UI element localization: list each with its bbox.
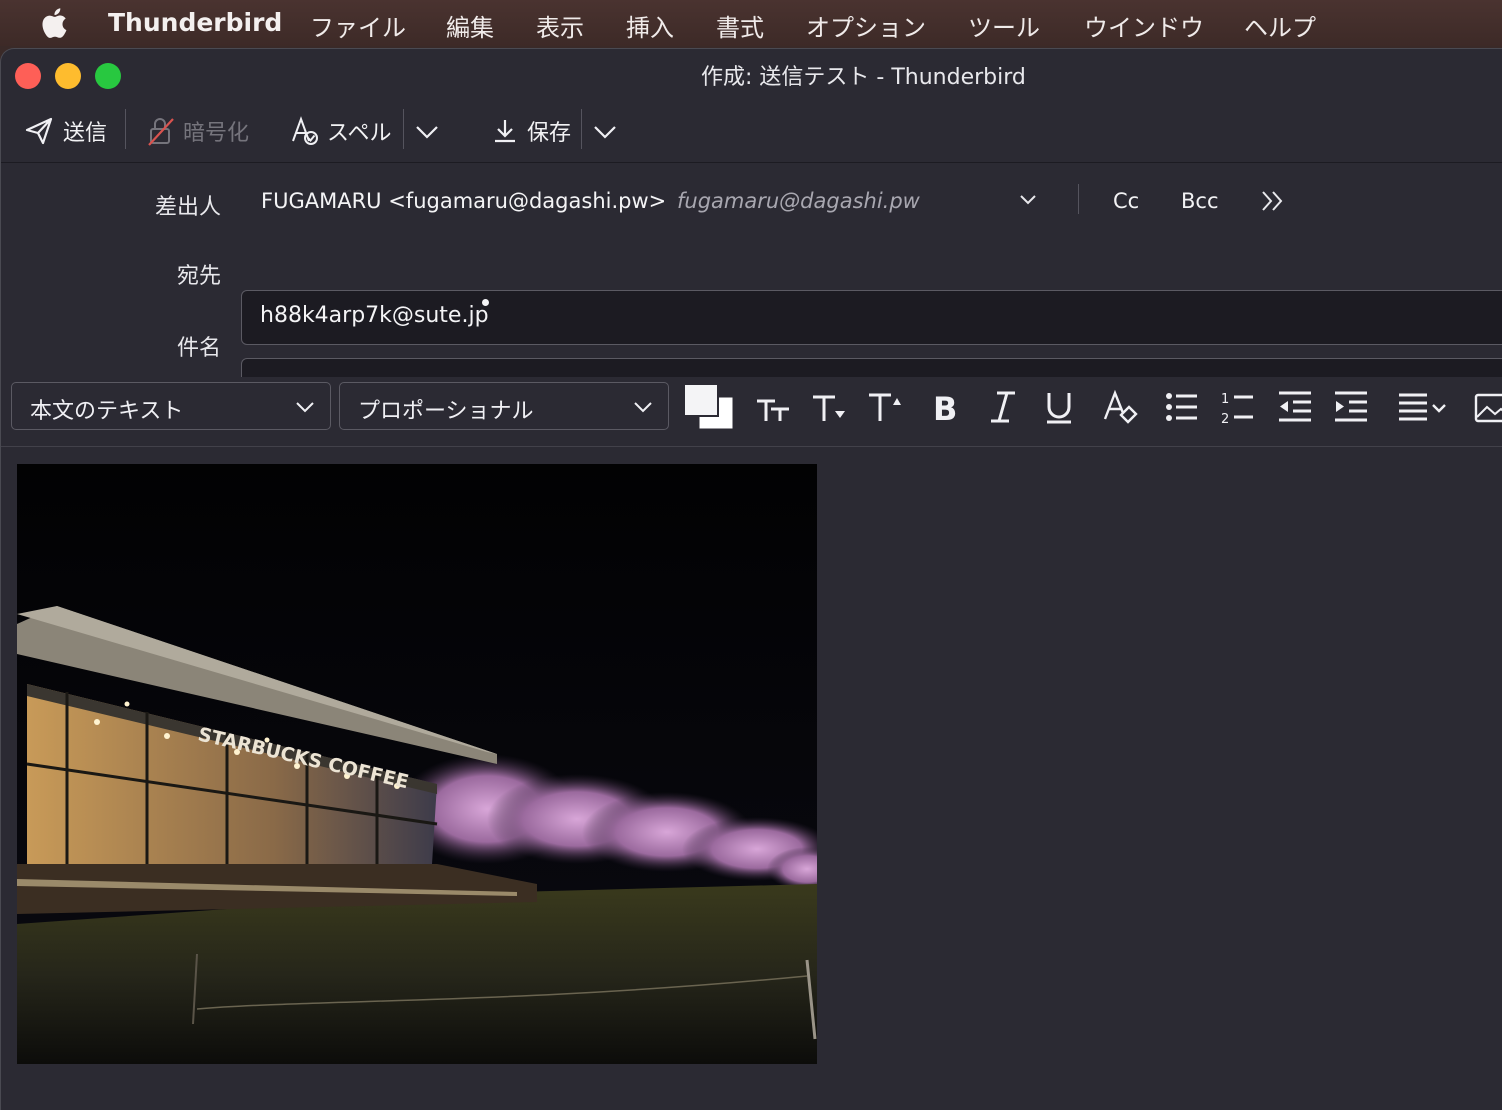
message-headers: 差出人 FUGAMARU <fugamaru@dagashi.pw> fugam…: [1, 164, 1502, 413]
chevron-down-icon: [634, 402, 652, 413]
font-select[interactable]: プロポーショナル: [339, 382, 669, 430]
subject-label: 件名: [176, 336, 221, 361]
recipient-status-dot: [482, 299, 489, 306]
save-label: 保存: [527, 121, 572, 146]
from-address: FUGAMARU <fugamaru@dagashi.pw>: [261, 189, 667, 213]
bullet-list-icon[interactable]: [1161, 387, 1201, 427]
menu-help[interactable]: ヘルプ: [1244, 8, 1316, 43]
chevron-down-icon: [1020, 195, 1036, 205]
toolbar-divider: [403, 109, 404, 149]
text-color-icon[interactable]: [683, 383, 735, 431]
starbucks-night-photo: STARBUCKS COFFEE: [17, 464, 817, 1064]
chevron-down-icon: [594, 126, 616, 139]
download-icon: [495, 120, 515, 143]
maximize-window-button[interactable]: [95, 63, 121, 89]
title-bar: 作成: 送信テスト - Thunderbird: [1, 49, 1502, 101]
numbered-list-icon[interactable]: 1 2: [1217, 387, 1257, 427]
more-recipients-icon[interactable]: [1259, 188, 1287, 214]
menu-file[interactable]: ファイル: [310, 8, 406, 43]
app-name-menu[interactable]: Thunderbird: [108, 8, 282, 37]
from-identity-email: fugamaru@dagashi.pw: [677, 189, 920, 213]
compose-toolbar: 送信 暗号化 スペル 保存: [1, 101, 1502, 163]
encrypt-label: 暗号化: [183, 121, 250, 146]
bold-icon[interactable]: B: [927, 387, 967, 427]
menu-edit[interactable]: 編集: [446, 8, 494, 43]
menu-format[interactable]: 書式: [716, 8, 764, 43]
send-button[interactable]: 送信: [23, 111, 107, 151]
from-label: 差出人: [154, 195, 221, 220]
paragraph-style-value: 本文のテキスト: [30, 399, 184, 424]
spell-dropdown-button[interactable]: [411, 111, 443, 151]
window-title: 作成: 送信テスト - Thunderbird: [701, 65, 1026, 90]
cc-button[interactable]: Cc: [1113, 189, 1139, 213]
embedded-photo[interactable]: STARBUCKS COFFEE: [17, 464, 817, 1064]
font-value: プロポーショナル: [358, 399, 534, 424]
insert-image-icon[interactable]: [1473, 387, 1502, 427]
menu-view[interactable]: 表示: [536, 8, 584, 43]
encrypt-button[interactable]: 暗号化: [145, 111, 249, 151]
menu-tools[interactable]: ツール: [968, 8, 1040, 43]
to-label: 宛先: [176, 264, 221, 289]
close-window-button[interactable]: [15, 63, 41, 89]
apple-logo-icon[interactable]: [38, 6, 68, 40]
font-size-smaller-icon[interactable]: [809, 387, 849, 427]
spellcheck-icon: [292, 116, 318, 145]
remove-formatting-icon[interactable]: [1101, 387, 1141, 427]
svg-text:1: 1: [1221, 392, 1229, 407]
toolbar-divider: [581, 109, 582, 149]
svg-text:B: B: [933, 390, 957, 427]
to-recipient-pill[interactable]: h88k4arp7k@sute.jp: [260, 303, 489, 328]
header-divider: [1078, 184, 1079, 214]
bcc-button[interactable]: Bcc: [1181, 189, 1219, 213]
chevron-down-icon: [416, 126, 438, 139]
italic-icon[interactable]: [983, 387, 1023, 427]
paragraph-style-select[interactable]: 本文のテキスト: [11, 382, 331, 430]
compose-window: 作成: 送信テスト - Thunderbird 送信 暗号化 スペル 保存 差出…: [0, 48, 1502, 1110]
send-label: 送信: [63, 121, 108, 146]
indent-icon[interactable]: [1331, 387, 1371, 427]
menu-bar: Thunderbird ファイル 編集 表示 挿入 書式 オプション ツール ウ…: [0, 0, 1502, 46]
svg-text:2: 2: [1221, 412, 1229, 427]
lock-crossed-icon: [148, 118, 174, 146]
underline-icon[interactable]: [1039, 387, 1079, 427]
save-dropdown-button[interactable]: [589, 111, 621, 151]
spell-button[interactable]: スペル: [289, 111, 391, 151]
align-dropdown-icon[interactable]: [1395, 387, 1451, 427]
toolbar-divider: [125, 109, 126, 149]
chevron-down-icon: [296, 402, 314, 413]
send-icon: [25, 117, 53, 145]
outdent-icon[interactable]: [1275, 387, 1315, 427]
from-identity-select[interactable]: FUGAMARU <fugamaru@dagashi.pw> fugamaru@…: [249, 180, 1049, 220]
menu-options[interactable]: オプション: [806, 8, 926, 43]
menu-window[interactable]: ウインドウ: [1084, 8, 1204, 43]
menu-insert[interactable]: 挿入: [626, 8, 674, 43]
font-size-larger-icon[interactable]: [865, 387, 905, 427]
spell-label: スペル: [327, 121, 392, 146]
minimize-window-button[interactable]: [55, 63, 81, 89]
font-size-reset-icon[interactable]: [753, 387, 793, 427]
to-field[interactable]: h88k4arp7k@sute.jp: [241, 290, 1502, 345]
message-body-editor[interactable]: STARBUCKS COFFEE: [1, 448, 1502, 1110]
save-button[interactable]: 保存: [489, 111, 571, 151]
format-toolbar: 本文のテキスト プロポーショナル B 1 2: [1, 377, 1502, 447]
